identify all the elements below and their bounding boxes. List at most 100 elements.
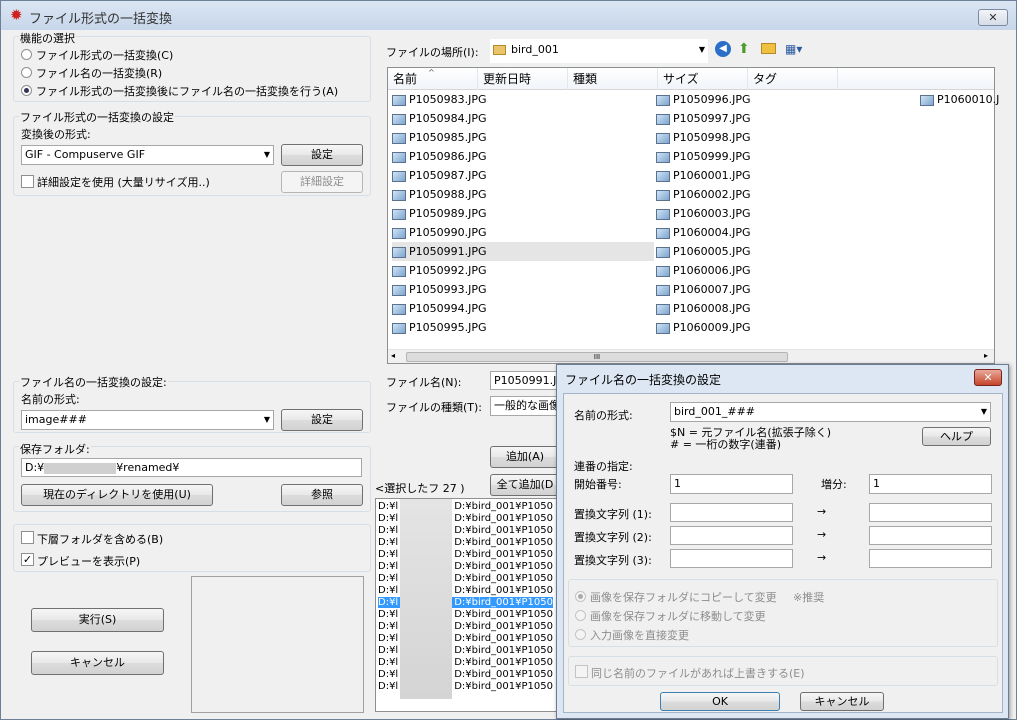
file-item[interactable]: P1050996.JPG (656, 90, 751, 109)
filetype-select[interactable]: 一般的な画像 (490, 396, 560, 416)
file-item[interactable]: P1060006.JPG (656, 261, 751, 280)
format-settings-button[interactable]: 設定 (281, 144, 363, 166)
column-modified[interactable]: 更新日時 (478, 68, 568, 90)
use-current-dir-button[interactable]: 現在のディレクトリを使用(U) (21, 484, 213, 506)
subfolders-checkbox[interactable] (21, 531, 34, 544)
dialog-close-button[interactable]: ✕ (974, 369, 1002, 386)
save-folder-prefix: D:¥ (25, 461, 45, 474)
file-item[interactable]: P1050987.JPG (392, 166, 487, 185)
filename-input[interactable]: P1050991.JPG (490, 371, 560, 390)
subfolders-checkbox-label[interactable]: 下層フォルダを含める(B) (37, 531, 163, 547)
dlg-overwrite-checkbox[interactable] (575, 665, 588, 678)
file-item[interactable]: P1050984.JPG (392, 109, 487, 128)
column-type-label: 種類 (573, 72, 598, 86)
preview-checkbox[interactable]: ✓ (21, 553, 34, 566)
file-item[interactable]: P1060010.J (920, 90, 999, 109)
file-item[interactable]: P1060008.JPG (656, 299, 751, 318)
dlg-replace-1-to[interactable] (869, 503, 992, 522)
horizontal-scrollbar[interactable]: ◂ III ▸ (388, 349, 994, 363)
preview-checkbox-label[interactable]: プレビューを表示(P) (37, 553, 140, 569)
save-folder-input[interactable]: D:¥ ¥renamed¥ (21, 458, 362, 477)
column-type[interactable]: 種類 (568, 68, 658, 90)
radio-format-convert[interactable] (21, 49, 32, 60)
file-item[interactable]: P1050990.JPG (392, 223, 487, 242)
file-item[interactable]: P1060009.JPG (656, 318, 751, 337)
window-close-button[interactable]: ✕ (978, 9, 1008, 26)
selected-files-list[interactable]: D:¥l D:¥bird_001¥P1050983 D:¥l D:¥bird_001¥… (375, 498, 557, 712)
up-folder-icon[interactable]: ⬆ (738, 41, 750, 57)
scroll-right-icon[interactable]: ▸ (984, 351, 988, 360)
file-item[interactable]: P1060005.JPG (656, 242, 751, 261)
file-item[interactable]: P1050994.JPG (392, 299, 487, 318)
file-item[interactable]: P1060002.JPG (656, 185, 751, 204)
column-name[interactable]: 名前 ^ (388, 68, 478, 90)
new-folder-icon[interactable] (761, 43, 776, 54)
file-item[interactable]: P1060001.JPG (656, 166, 751, 185)
detail-settings-button[interactable]: 詳細設定 (281, 171, 363, 193)
cancel-button[interactable]: キャンセル (31, 651, 164, 675)
file-item[interactable]: P1050993.JPG (392, 280, 487, 299)
dlg-radio-direct[interactable] (575, 629, 586, 640)
dlg-help-button[interactable]: ヘルプ (922, 427, 991, 446)
radio-both-convert-label[interactable]: ファイル形式の一括変換後にファイル名の一括変換を行う(A) (36, 83, 338, 99)
detail-settings-checkbox[interactable] (21, 175, 34, 188)
file-item[interactable]: P1050983.JPG (392, 90, 487, 109)
dlg-radio-direct-label[interactable]: 入力画像を直接変更 (590, 627, 689, 643)
file-item[interactable]: P1060003.JPG (656, 204, 751, 223)
run-button[interactable]: 実行(S) (31, 608, 164, 632)
dlg-replace-3-from[interactable] (670, 549, 793, 568)
name-format-select[interactable]: image### ▼ (21, 410, 274, 430)
image-file-icon (656, 132, 670, 144)
column-tag[interactable]: タグ (748, 68, 838, 90)
file-item[interactable]: P1060007.JPG (656, 280, 751, 299)
radio-name-convert-label[interactable]: ファイル名の一括変換(R) (36, 65, 162, 81)
radio-both-convert[interactable] (21, 85, 32, 96)
add-all-button[interactable]: 全て追加(D (490, 474, 560, 496)
file-item[interactable]: P1050989.JPG (392, 204, 487, 223)
dlg-radio-copy-label[interactable]: 画像を保存フォルダにコピーして変更 (590, 589, 777, 605)
image-file-icon (920, 94, 934, 106)
dlg-cancel-button[interactable]: キャンセル (800, 692, 884, 711)
file-item[interactable]: P1050986.JPG (392, 147, 487, 166)
dlg-step-input[interactable]: 1 (869, 474, 992, 494)
app-icon: ✹ (10, 6, 23, 24)
file-item[interactable]: P1050985.JPG (392, 128, 487, 147)
file-item[interactable]: P1060004.JPG (656, 223, 751, 242)
radio-format-convert-label[interactable]: ファイル形式の一括変換(C) (36, 47, 173, 63)
file-item[interactable]: P1050995.JPG (392, 318, 487, 337)
selected-file-prefix: D:¥l (378, 513, 399, 524)
dlg-start-input[interactable]: 1 (670, 474, 793, 494)
view-menu-icon[interactable]: ▦▾ (785, 41, 802, 57)
dlg-overwrite-label[interactable]: 同じ名前のファイルがあれば上書きする(E) (591, 665, 805, 681)
back-icon[interactable]: ◀ (715, 41, 731, 57)
file-item[interactable]: P1050992.JPG (392, 261, 487, 280)
dlg-replace-3-to[interactable] (869, 549, 992, 568)
file-item[interactable]: P1050998.JPG (656, 128, 751, 147)
browse-button[interactable]: 参照 (281, 484, 363, 506)
scroll-thumb[interactable]: III (406, 352, 788, 362)
file-item[interactable]: P1050999.JPG (656, 147, 751, 166)
location-select[interactable]: bird_001 ▼ (490, 39, 708, 63)
dlg-radio-move-label[interactable]: 画像を保存フォルダに移動して変更 (590, 608, 766, 624)
radio-name-convert[interactable] (21, 67, 32, 78)
add-button[interactable]: 追加(A) (490, 446, 560, 468)
file-list[interactable]: 名前 ^ 更新日時 種類 サイズ タグ P1050983.JPG P1050984.… (387, 67, 999, 364)
file-item[interactable]: P1050991.JPG (392, 242, 654, 261)
target-format-select[interactable]: GIF - Compuserve GIF ▼ (21, 145, 274, 165)
scroll-left-icon[interactable]: ◂ (391, 351, 395, 360)
file-item[interactable]: P1050988.JPG (392, 185, 487, 204)
file-item[interactable]: P1050997.JPG (656, 109, 751, 128)
file-item-label: P1060006.JPG (673, 264, 751, 277)
dlg-radio-copy[interactable] (575, 591, 586, 602)
dlg-format-select[interactable]: bird_001_### ▼ (670, 402, 991, 422)
name-settings-label: ファイル名の一括変換の設定: (19, 374, 168, 390)
selected-file-prefix: D:¥l (378, 669, 399, 680)
dlg-replace-2-to[interactable] (869, 526, 992, 545)
dlg-replace-1-from[interactable] (670, 503, 793, 522)
dlg-replace-2-from[interactable] (670, 526, 793, 545)
name-settings-button[interactable]: 設定 (281, 409, 363, 431)
column-size[interactable]: サイズ (658, 68, 748, 90)
detail-settings-checkbox-label[interactable]: 詳細設定を使用 (大量リサイズ用..) (37, 174, 210, 190)
dlg-radio-move[interactable] (575, 610, 586, 621)
dlg-ok-button[interactable]: OK (660, 692, 780, 711)
